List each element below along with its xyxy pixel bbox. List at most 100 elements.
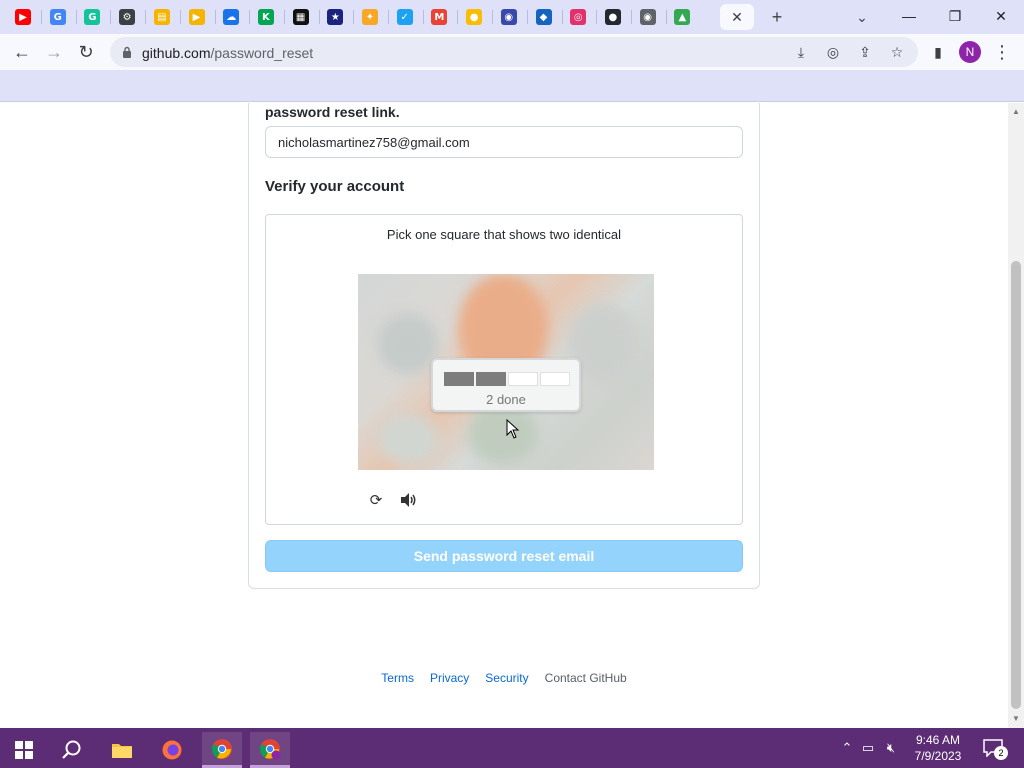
browser-tab[interactable]: ☁ (216, 4, 246, 30)
notification-count-badge: 2 (994, 746, 1008, 760)
browser-tab[interactable]: ● (459, 4, 489, 30)
captcha-audio-button[interactable] (399, 490, 419, 510)
browser-tab[interactable]: G (43, 4, 73, 30)
captcha-progress-panel: 2 done (431, 358, 581, 412)
reload-button[interactable]: ↻ (72, 38, 100, 66)
browser-tab[interactable]: ▦ (286, 4, 316, 30)
browser-tab[interactable]: ▶ (182, 4, 212, 30)
refresh-icon: ⟳ (369, 492, 383, 509)
scroll-up-icon[interactable]: ▲ (1011, 107, 1021, 117)
footer-link-terms[interactable]: Terms (381, 671, 414, 685)
tab-strip: ▶ G G ⚙ ▤ ▶ ☁ K ▦ ★ ✦ ✓ M ● ◉ ◆ ◎ ● ◉ ▲ ✕ + ⌄ — ❐ ✕ (0, 0, 1024, 34)
tab-separator (388, 10, 389, 24)
settings-gear-icon: ⚙ (119, 9, 136, 25)
firefox-button[interactable] (152, 732, 192, 768)
lightbulb-icon: ● (466, 9, 483, 25)
bookmarks-bar (0, 70, 1024, 102)
folder-video-icon: ▶ (188, 9, 205, 25)
sonic-icon: ◆ (535, 9, 552, 25)
browser-tab[interactable]: G (77, 4, 107, 30)
share-icon[interactable]: ⇪ (856, 43, 874, 61)
tab-search-button[interactable]: ⌄ (848, 4, 876, 30)
page-footer: Terms Privacy Security Contact GitHub (0, 671, 1008, 685)
progress-segment (444, 372, 474, 386)
chevron-up-icon[interactable]: ⌃ (838, 740, 856, 756)
restore-button[interactable]: ❐ (932, 0, 978, 32)
browser-tab[interactable]: ◉ (494, 4, 524, 30)
system-tray: ⌃ ▭ 🔇︎ (838, 728, 902, 768)
browser-tab[interactable]: ✓ (390, 4, 420, 30)
profile-avatar[interactable]: N (959, 41, 981, 63)
send-reset-email-button[interactable]: Send password reset email (265, 540, 743, 572)
minimize-button[interactable]: — (886, 0, 932, 32)
captcha-widget: Pick one square that shows two identical… (265, 214, 743, 525)
chrome-profile-icon (259, 738, 281, 759)
close-window-button[interactable]: ✕ (978, 0, 1024, 32)
browser-tab[interactable]: ★ (320, 4, 350, 30)
back-button[interactable]: ← (8, 38, 36, 66)
captcha-progress-bar (444, 372, 570, 386)
mouse-cursor-icon (506, 419, 520, 439)
notification-center-button[interactable]: 2 (980, 736, 1008, 760)
captcha-blob (468, 404, 538, 464)
browser-tab[interactable]: ◆ (529, 4, 559, 30)
tab-separator (283, 10, 285, 24)
tab-separator (526, 10, 528, 24)
tab-separator (145, 10, 147, 24)
grammarly-icon: G (84, 9, 101, 25)
browser-tab[interactable]: ▲ (667, 4, 697, 30)
forward-button[interactable]: → (40, 38, 68, 66)
footer-link-privacy[interactable]: Privacy (430, 671, 469, 685)
browser-tab[interactable]: ● (598, 4, 628, 30)
network-icon[interactable]: ▭ (856, 740, 880, 756)
scroll-down-icon[interactable]: ▼ (1011, 714, 1021, 724)
address-bar[interactable]: github.com/password_reset ⤓ ◎ ⇪ ☆ (110, 37, 918, 67)
chrome-icon (211, 738, 232, 759)
url-path: /password_reset (210, 45, 314, 61)
browser-tab[interactable]: ✦ (355, 4, 385, 30)
browser-tab[interactable]: K (251, 4, 281, 30)
browser-tab[interactable]: ▤ (147, 4, 177, 30)
folder-icon (112, 744, 132, 758)
new-tab-button[interactable]: + (763, 4, 791, 30)
chrome-profile-taskbar-button[interactable] (250, 732, 290, 768)
browser-tab[interactable]: ▶ (8, 4, 38, 30)
scrollbar-thumb[interactable] (1011, 261, 1021, 709)
windows-taskbar: ⌃ ▭ 🔇︎ 9:46 AM 7/9/2023 2 (0, 728, 1024, 768)
gmail-icon: M (431, 9, 448, 25)
captcha-refresh-button[interactable]: ⟳ (366, 490, 386, 510)
footer-link-contact[interactable]: Contact GitHub (545, 671, 627, 685)
speaker-icon (401, 493, 416, 507)
folder-icon: ▤ (153, 9, 170, 25)
url-text[interactable]: github.com/password_reset (142, 45, 313, 61)
avatar-initial: N (965, 45, 975, 59)
logo-circle-icon: ◉ (500, 9, 517, 25)
page-scrollbar[interactable]: ▲ ▼ (1008, 103, 1024, 728)
file-explorer-button[interactable] (102, 732, 142, 768)
start-button[interactable] (4, 732, 44, 768)
lock-icon (123, 46, 131, 58)
browser-tab[interactable]: M (424, 4, 454, 30)
browser-tab[interactable]: ◎ (563, 4, 593, 30)
browser-tab[interactable]: ⚙ (112, 4, 142, 30)
compass-icon: ✦ (362, 9, 378, 25)
clock-time: 9:46 AM (915, 733, 961, 747)
captcha-blob (378, 314, 438, 374)
install-app-icon[interactable]: ⤓ (792, 43, 810, 61)
kebab-menu-icon: ⋮ (993, 41, 1011, 62)
space-game-icon: ★ (327, 9, 344, 25)
instagram-icon: ◎ (570, 9, 587, 25)
footer-link-security[interactable]: Security (485, 671, 528, 685)
tab-active-github[interactable]: ✕ (720, 4, 754, 30)
bookmark-star-icon[interactable]: ☆ (888, 43, 906, 61)
chrome-taskbar-button[interactable] (202, 732, 242, 768)
side-panel-button[interactable]: ▮ (924, 38, 952, 66)
speaker-muted-icon[interactable]: 🔇︎ (880, 740, 902, 756)
close-tab-icon[interactable]: ✕ (731, 9, 743, 26)
tracking-blocked-icon[interactable]: ◎ (824, 43, 842, 61)
browser-menu-button[interactable]: ⋮ (988, 38, 1016, 66)
search-button[interactable] (52, 732, 92, 768)
taskbar-clock[interactable]: 9:46 AM 7/9/2023 (906, 732, 970, 764)
email-field[interactable] (265, 126, 743, 158)
browser-tab[interactable]: ◉ (633, 4, 663, 30)
